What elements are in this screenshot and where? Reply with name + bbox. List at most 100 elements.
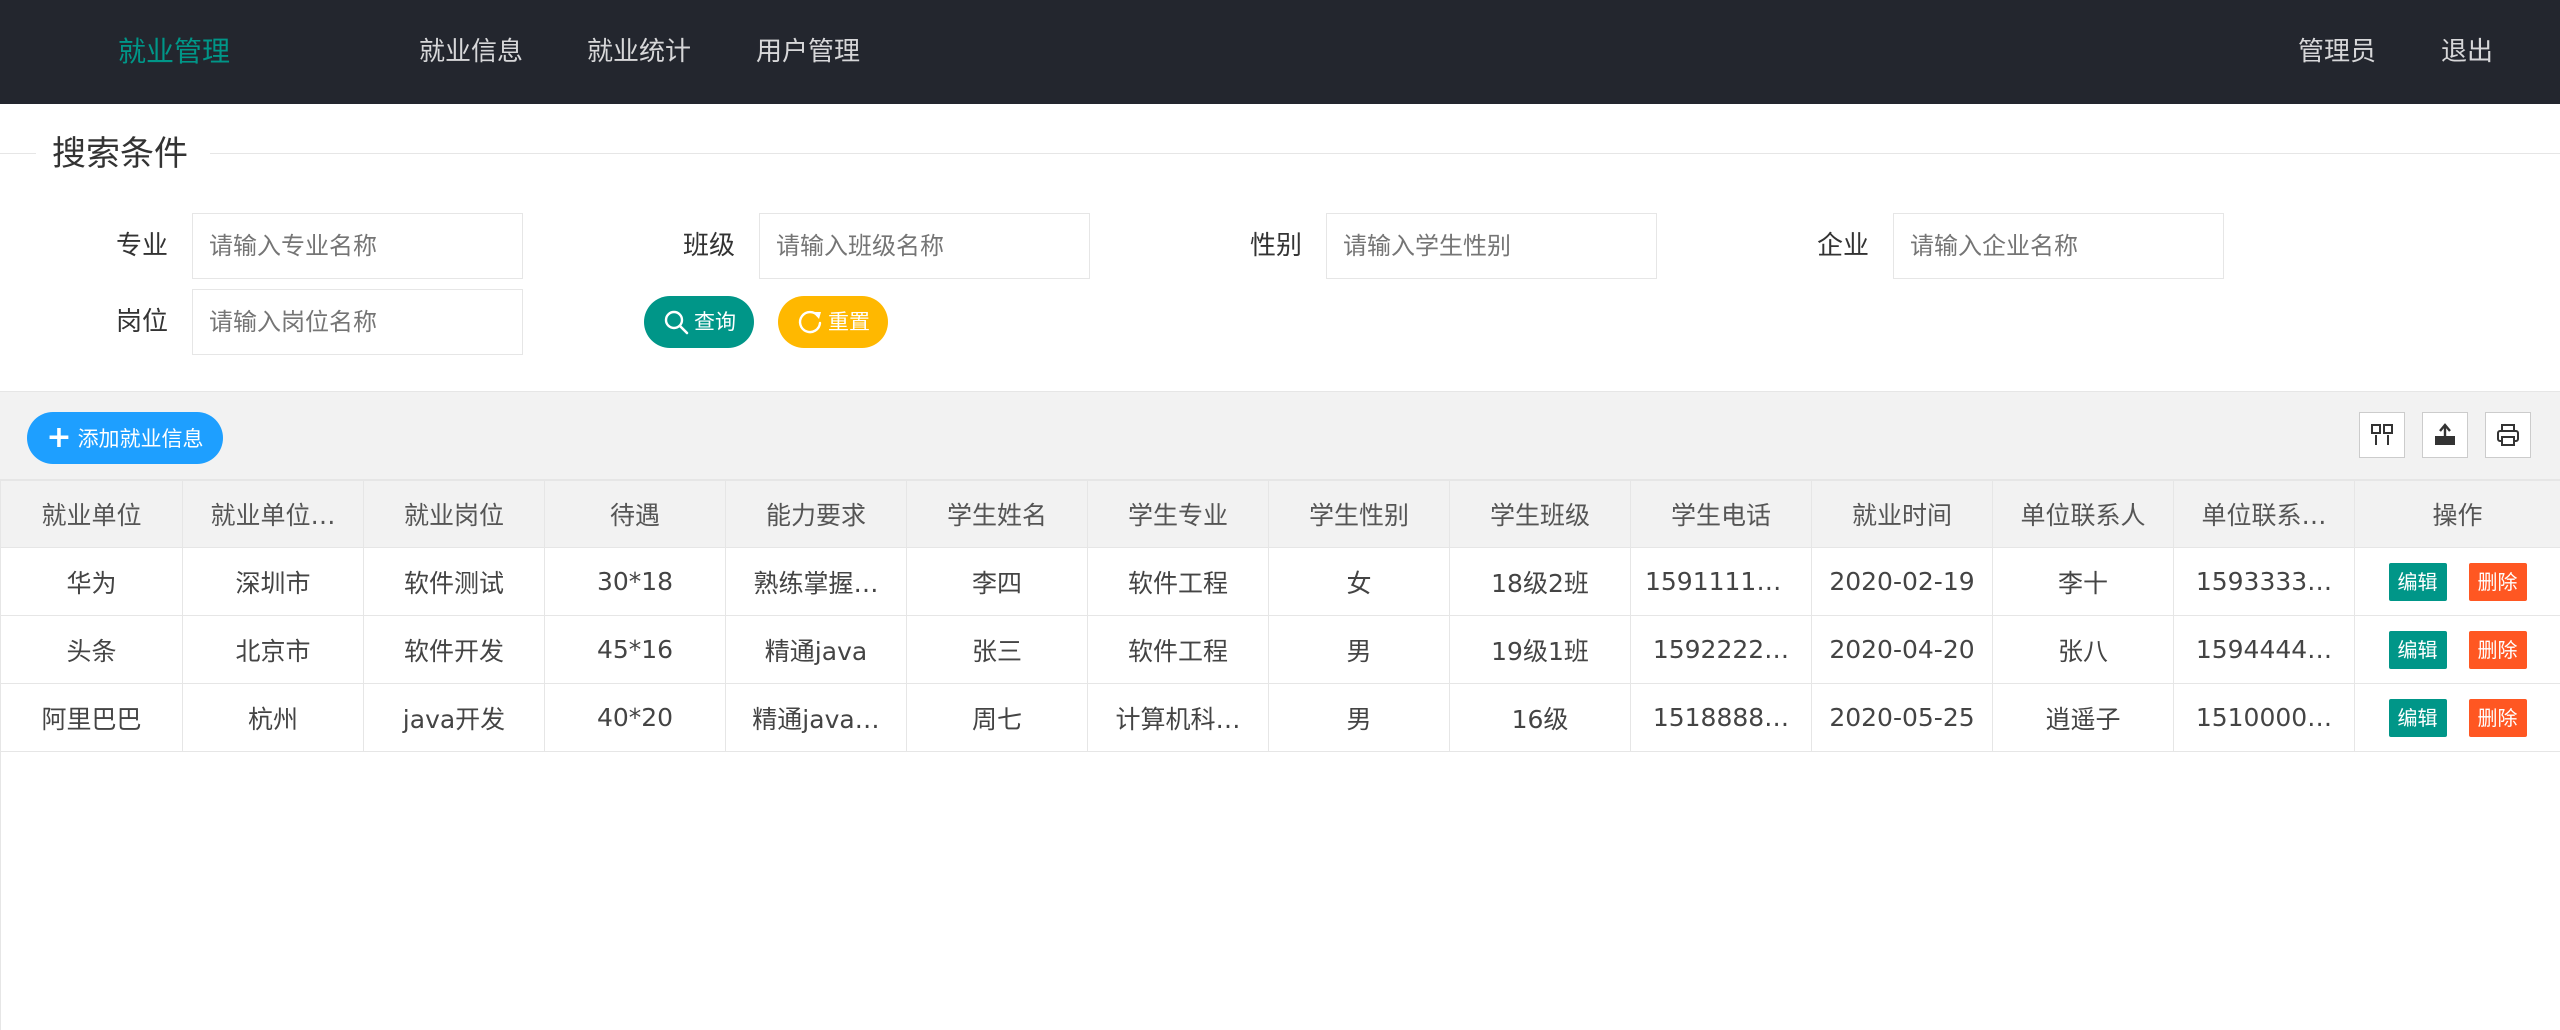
col-header[interactable]: 学生专业	[1087, 480, 1269, 548]
edit-button[interactable]: 编辑	[2388, 698, 2447, 737]
user-menu[interactable]: 管理员	[2298, 32, 2376, 72]
table-cell: 软件工程	[1087, 615, 1269, 684]
table-cell: 19级1班	[1449, 615, 1631, 684]
logout-link[interactable]: 退出	[2441, 32, 2493, 72]
col-header[interactable]: 就业岗位	[363, 480, 545, 548]
row-actions: 编辑 删除	[2354, 615, 2560, 684]
delete-button[interactable]: 删除	[2468, 562, 2527, 601]
employment-table: 就业单位 就业单位… 就业岗位 待遇 能力要求 学生姓名 学生专业 学生性别 学…	[0, 480, 2560, 752]
company-label: 企业	[1816, 231, 1869, 261]
table-cell: 45*16	[544, 615, 726, 684]
gender-label: 性别	[1249, 231, 1302, 261]
table-cell: 男	[1268, 615, 1450, 684]
class-label: 班级	[682, 231, 735, 261]
class-input[interactable]	[759, 213, 1090, 279]
table-cell: 李四	[906, 547, 1088, 616]
query-button-label: 查询	[694, 310, 736, 334]
query-button[interactable]: 查询	[644, 296, 754, 348]
table-cell: 软件测试	[363, 547, 545, 616]
table-cell: 2020-02-19	[1811, 547, 1993, 616]
table-row[interactable]: 华为 深圳市 软件测试 30*18 熟练掌握… 李四 软件工程 女 18级2班 …	[0, 547, 2560, 616]
col-header[interactable]: 能力要求	[725, 480, 907, 548]
table-cell: 计算机科…	[1087, 683, 1269, 752]
export-icon[interactable]	[2422, 412, 2468, 458]
nav-employment-stats[interactable]: 就业统计	[587, 32, 691, 72]
gender-input[interactable]	[1326, 213, 1657, 279]
search-title: 搜索条件	[52, 134, 188, 174]
table-cell: 华为	[0, 547, 183, 616]
delete-button[interactable]: 删除	[2468, 698, 2527, 737]
table-cell: 40*20	[544, 683, 726, 752]
col-header[interactable]: 待遇	[544, 480, 726, 548]
col-header[interactable]: 单位联系…	[2173, 480, 2355, 548]
table-cell: 杭州	[182, 683, 364, 752]
table-cell: 1510000…	[2173, 683, 2355, 752]
add-employment-button[interactable]: + 添加就业信息	[27, 412, 223, 464]
print-icon[interactable]	[2485, 412, 2531, 458]
delete-button[interactable]: 删除	[2468, 630, 2527, 669]
table-cell: 软件工程	[1087, 547, 1269, 616]
fieldset-border-left	[0, 153, 36, 154]
table-cell: 精通java…	[725, 683, 907, 752]
table-cell: 1594444…	[2173, 615, 2355, 684]
table-row[interactable]: 头条 北京市 软件开发 45*16 精通java 张三 软件工程 男 19级1班…	[0, 615, 2560, 684]
col-header[interactable]: 就业单位…	[182, 480, 364, 548]
brand-logo[interactable]: 就业管理	[118, 32, 230, 72]
table-cell: 男	[1268, 683, 1450, 752]
refresh-icon	[798, 310, 822, 334]
columns-icon[interactable]	[2359, 412, 2405, 458]
table-cell: java开发	[363, 683, 545, 752]
col-header: 操作	[2354, 480, 2560, 548]
search-icon	[664, 310, 689, 335]
company-input[interactable]	[1893, 213, 2224, 279]
table-cell: 李十	[1992, 547, 2174, 616]
row-actions: 编辑 删除	[2354, 683, 2560, 752]
table-row[interactable]: 阿里巴巴 杭州 java开发 40*20 精通java… 周七 计算机科… 男 …	[0, 683, 2560, 752]
col-header[interactable]: 就业时间	[1811, 480, 1993, 548]
col-header[interactable]: 单位联系人	[1992, 480, 2174, 548]
edit-button[interactable]: 编辑	[2388, 562, 2447, 601]
table-cell: 2020-05-25	[1811, 683, 1993, 752]
row-actions: 编辑 删除	[2354, 547, 2560, 616]
table-cell: 逍遥子	[1992, 683, 2174, 752]
col-header[interactable]: 学生性别	[1268, 480, 1450, 548]
col-header[interactable]: 学生班级	[1449, 480, 1631, 548]
table-cell: 1592222…	[1630, 615, 1812, 684]
major-input[interactable]	[192, 213, 523, 279]
table-cell: 2020-04-20	[1811, 615, 1993, 684]
table-cell: 熟练掌握…	[725, 547, 907, 616]
table-header-row: 就业单位 就业单位… 就业岗位 待遇 能力要求 学生姓名 学生专业 学生性别 学…	[0, 480, 2560, 548]
table-cell: 北京市	[182, 615, 364, 684]
table-cell: 阿里巴巴	[0, 683, 183, 752]
reset-button-label: 重置	[828, 310, 870, 334]
table-cell: 16级	[1449, 683, 1631, 752]
plus-icon: +	[46, 420, 72, 455]
table-cell: 30*18	[544, 547, 726, 616]
add-employment-label: 添加就业信息	[77, 427, 204, 451]
col-header[interactable]: 学生姓名	[906, 480, 1088, 548]
table-cell: 周七	[906, 683, 1088, 752]
table-cell: 张三	[906, 615, 1088, 684]
col-header[interactable]: 就业单位	[0, 480, 183, 548]
fieldset-border-right	[210, 153, 2560, 154]
table-cell: 女	[1268, 547, 1450, 616]
top-header: 就业管理 就业信息 就业统计 用户管理 管理员 退出	[0, 0, 2560, 104]
edit-button[interactable]: 编辑	[2388, 630, 2447, 669]
table-cell: 深圳市	[182, 547, 364, 616]
table-cell: 精通java	[725, 615, 907, 684]
major-label: 专业	[115, 231, 168, 261]
table-cell: 张八	[1992, 615, 2174, 684]
table-cell: 头条	[0, 615, 183, 684]
table-cell: 1593333…	[2173, 547, 2355, 616]
position-input[interactable]	[192, 289, 523, 355]
table-body-border	[0, 748, 1, 1030]
table-cell: 1518888…	[1630, 683, 1812, 752]
table-toolbar: + 添加就业信息	[0, 391, 2560, 480]
table-cell: 软件开发	[363, 615, 545, 684]
col-header[interactable]: 学生电话	[1630, 480, 1812, 548]
nav-user-management[interactable]: 用户管理	[756, 32, 860, 72]
table-cell: 15911111…	[1630, 547, 1812, 616]
position-label: 岗位	[115, 307, 168, 337]
reset-button[interactable]: 重置	[778, 296, 888, 348]
nav-employment-info[interactable]: 就业信息	[419, 32, 523, 72]
